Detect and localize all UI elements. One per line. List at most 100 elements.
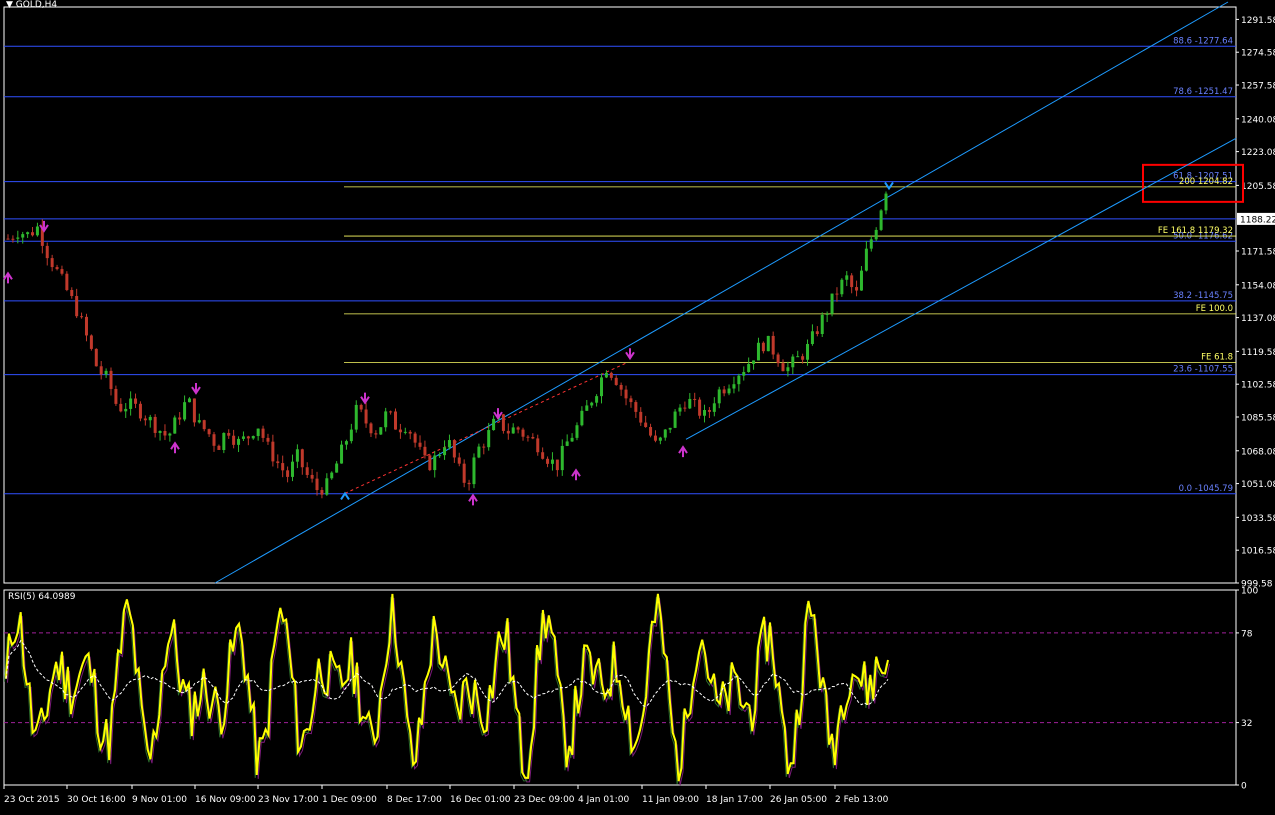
price-tick-label: 1137.08: [1241, 314, 1275, 324]
candle-body: [550, 459, 554, 464]
chart-background: [0, 0, 1275, 815]
fib-retracement-label: 23.6 -1107.55: [1173, 365, 1233, 375]
time-tick-label: 26 Jan 05:00: [770, 795, 827, 805]
candle-body: [84, 316, 88, 336]
candle-body: [727, 388, 731, 394]
candle-body: [158, 431, 162, 433]
candle-body: [874, 229, 878, 240]
candle-body: [241, 436, 245, 439]
candle-body: [649, 427, 653, 436]
candle-body: [516, 427, 520, 430]
candle-body: [384, 411, 388, 428]
candle: [501, 413, 505, 434]
candle-body: [271, 441, 275, 462]
candle-body: [840, 279, 844, 295]
candle-body: [698, 399, 702, 416]
time-tick-label: 23 Dec 09:00: [514, 795, 575, 805]
candle-body: [830, 293, 834, 314]
candle-body: [163, 431, 167, 436]
candle-body: [290, 461, 294, 477]
candle-body: [619, 384, 623, 390]
candle-body: [707, 410, 711, 412]
candle-body: [536, 438, 540, 453]
candle-body: [138, 403, 142, 419]
candle-body: [31, 232, 35, 236]
candle-body: [546, 458, 550, 464]
candle: [698, 397, 702, 419]
candle: [879, 209, 883, 232]
candle: [393, 408, 397, 430]
candle-body: [712, 403, 716, 412]
candle-body: [192, 398, 196, 423]
candle-body: [531, 437, 535, 439]
candle-body: [786, 367, 790, 372]
candle-body: [624, 389, 628, 399]
candle-body: [452, 440, 456, 458]
price-tick-label: 1154.08: [1241, 281, 1275, 291]
price-tick-label: 1205.58: [1241, 182, 1275, 192]
candle-body: [276, 461, 280, 464]
candle-body: [526, 436, 530, 438]
candle-body: [653, 435, 657, 441]
trading-chart: 1291.58 1274.58 1257.58 1240.08 1223.08 1205.…: [0, 0, 1275, 815]
candle-body: [237, 438, 241, 445]
candle-body: [300, 449, 304, 468]
candle-body: [256, 428, 260, 437]
candle-body: [143, 418, 147, 421]
candle: [673, 409, 677, 429]
candle-body: [595, 396, 599, 403]
candle-body: [555, 459, 559, 471]
time-tick-label: 4 Jan 01:00: [578, 795, 630, 805]
time-tick-label: 9 Nov 01:00: [132, 795, 187, 805]
candle-body: [668, 427, 672, 430]
candle-body: [134, 398, 138, 404]
candle-body: [433, 455, 437, 471]
price-tick-label: 1033.58: [1241, 514, 1275, 524]
candle-body: [114, 388, 118, 404]
candle-body: [506, 430, 510, 434]
candle-body: [658, 437, 662, 441]
time-tick-label: 18 Jan 17:00: [706, 795, 763, 805]
candle: [94, 348, 98, 367]
candle-body: [521, 429, 525, 437]
candle-body: [65, 273, 69, 290]
candle-body: [560, 445, 564, 471]
candle-body: [737, 375, 741, 385]
candle-body: [864, 248, 868, 271]
price-tick-label: 1223.08: [1241, 148, 1275, 158]
candle-body: [776, 354, 780, 364]
candle-body: [109, 370, 113, 389]
candle-body: [26, 232, 30, 235]
rsi-tick-label: 0: [1241, 782, 1247, 792]
candle-body: [766, 335, 770, 352]
candle-body: [99, 366, 103, 375]
candle-body: [70, 289, 74, 296]
candle-body: [330, 472, 334, 479]
candle-body: [232, 435, 236, 445]
rsi-title: RSI(5) 64.0989: [8, 592, 76, 602]
price-tick-label: 1102.58: [1241, 381, 1275, 391]
candle-body: [104, 370, 108, 375]
candle-body: [344, 441, 348, 445]
candle-body: [683, 407, 687, 409]
dropdown-triangle-icon[interactable]: ▼: [6, 0, 13, 10]
time-tick-label: 1 Dec 09:00: [322, 795, 377, 805]
time-tick-label: 8 Dec 17:00: [387, 795, 442, 805]
candle-body: [756, 342, 760, 361]
candle-body: [389, 411, 393, 413]
candle-body: [325, 478, 329, 495]
fib-expansion-label: 200 1204.82: [1179, 177, 1233, 187]
candle-body: [80, 316, 84, 318]
candle-body: [732, 384, 736, 389]
candle-body: [673, 411, 677, 428]
candle-body: [227, 432, 231, 436]
symbol-title[interactable]: ▼ GOLD,H4: [6, 0, 57, 10]
candle-body: [580, 410, 584, 426]
fib-retracement-label: 88.6 -1277.64: [1173, 36, 1233, 46]
price-tick-label: 1119.58: [1241, 348, 1275, 358]
price-tick-label: 1274.58: [1241, 49, 1275, 59]
candle-body: [251, 436, 255, 439]
candle-body: [869, 239, 873, 249]
candle-body: [266, 437, 270, 442]
candle-body: [217, 445, 221, 450]
